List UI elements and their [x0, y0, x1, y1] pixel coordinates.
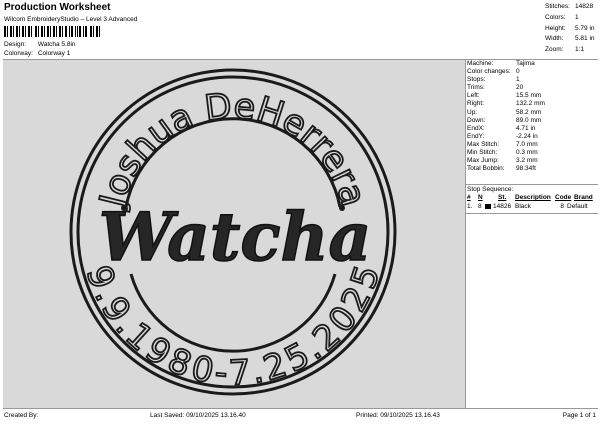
machine-value: 1 — [516, 76, 520, 84]
machine-value: 0 — [516, 68, 520, 76]
row-index: 1. — [467, 203, 473, 210]
machine-label: Right: — [467, 100, 484, 108]
machine-value: 15.5 mm — [516, 92, 542, 100]
page-number: Page 1 of 1 — [562, 412, 596, 419]
colorway-row: Colorway: Colorway 1 — [4, 50, 70, 57]
printed-date: Printed: 09/10/2025 13.16.43 — [356, 412, 440, 419]
machine-value: Tajima — [516, 60, 535, 67]
machine-row: Max Stitch: 7.0 mm — [467, 141, 597, 149]
software-name: Wilcom EmbroideryStudio – Level 3 Advanc… — [4, 16, 138, 23]
machine-row: Machine: Tajima — [467, 60, 597, 68]
machine-label: Left: — [467, 92, 480, 100]
embroidery-design: Joshua DeHerrera Watcha 9.9.1980-7.25.20… — [69, 68, 397, 396]
machine-label: Machine: — [467, 60, 494, 67]
design-value: Watcha 5.8in — [37, 41, 76, 48]
machine-label: Up: — [467, 108, 478, 116]
row-description: Black — [515, 203, 531, 210]
colorway-label: Colorway: — [4, 50, 33, 57]
machine-label: Down: — [467, 116, 486, 124]
machine-label: Color changes: — [467, 68, 511, 76]
barcode — [4, 26, 102, 37]
machine-row: Total Bobbin: 98.34ft — [467, 165, 597, 173]
col-description: Description — [515, 194, 551, 201]
worksheet-title: Production Worksheet — [4, 2, 111, 13]
machine-row: Left: 15.5 mm — [467, 92, 597, 100]
row-needle: 8 — [478, 203, 482, 210]
top-arc-text: Joshua DeHerrera — [92, 86, 373, 212]
bottom-arc-text: 9.9.1980-7.25.2025 — [78, 261, 388, 394]
machine-label: Trims: — [467, 84, 485, 92]
design-label: Design: — [4, 41, 27, 48]
machine-divider — [466, 184, 598, 185]
design-preview[interactable]: Joshua DeHerrera Watcha 9.9.1980-7.25.20… — [3, 60, 465, 408]
machine-row: Stops: 1 — [467, 76, 597, 84]
machine-value: 58.2 mm — [516, 108, 542, 116]
machine-value: 3.2 mm — [516, 157, 538, 165]
stop-divider — [466, 213, 598, 214]
machine-row: Down: 89.0 mm — [467, 117, 597, 125]
stat-height: Height: 5.79 in — [545, 24, 595, 32]
row-brand: Default — [567, 203, 588, 210]
machine-value: -2.24 in — [516, 132, 538, 140]
machine-row: Right: 132.2 mm — [467, 100, 597, 108]
machine-label: Max Jump: — [467, 157, 499, 165]
machine-label: EndX: — [467, 124, 485, 132]
machine-label: Stops: — [467, 76, 486, 84]
stat-stitches: Stitches: 14828 — [545, 3, 594, 10]
machine-label: Min Stitch: — [467, 149, 498, 157]
machine-row: Up: 58.2 mm — [467, 109, 597, 117]
col-stitches: St. — [498, 194, 507, 201]
machine-row: Min Stitch: 0.3 mm — [467, 149, 597, 157]
created-by: Created By: — [4, 412, 39, 419]
machine-label: Max Stitch: — [467, 140, 500, 148]
machine-value: 4.71 in — [516, 124, 536, 132]
col-brand: Brand — [574, 194, 593, 201]
center-text: Watcha — [99, 198, 372, 276]
table-row[interactable]: 1. 8 14826 Black 8 Default — [467, 203, 598, 211]
stats-panel: Stitches: 14828 Colors: 1 Height: 5.79 in W… — [545, 2, 595, 56]
last-saved: Last Saved: 09/10/2025 13.16.40 — [150, 412, 246, 419]
machine-value: 20 — [516, 84, 524, 92]
machine-row: EndY: -2.24 in — [467, 133, 597, 141]
stop-sequence-title: Stop Sequence: — [467, 186, 514, 193]
col-code: Code — [555, 194, 572, 201]
machine-row: Color changes: 0 — [467, 68, 597, 76]
design-row: Design: Watcha 5.8in — [4, 41, 76, 48]
machine-value: 98.34ft — [516, 165, 536, 173]
machine-value: 7.0 mm — [516, 140, 538, 148]
machine-row: EndX: 4.71 in — [467, 125, 597, 133]
stat-colors: Colors: 1 — [545, 13, 579, 21]
colorway-value: Colorway 1 — [37, 50, 71, 57]
machine-label: EndY: — [467, 132, 485, 140]
stat-width: Width: 5.81 in — [545, 35, 595, 43]
col-index: # — [467, 194, 471, 201]
stop-sequence-header: # N St. Description Code Brand — [467, 194, 598, 201]
stat-zoom: Zoom: 1:1 — [545, 46, 585, 54]
machine-row: Max Jump: 3.2 mm — [467, 157, 597, 165]
machine-row: Trims: 20 — [467, 84, 597, 92]
row-stitches: 14826 — [493, 203, 512, 210]
row-code: 8 — [560, 203, 564, 210]
machine-value: 132.2 mm — [516, 100, 545, 108]
col-needle: N — [478, 194, 483, 201]
machine-label: Total Bobbin: — [467, 165, 505, 173]
machine-value: 89.0 mm — [516, 116, 542, 124]
color-swatch — [485, 203, 493, 211]
machine-info: Machine: Tajima Color changes: 0 Stops: 1 Trim… — [467, 60, 597, 173]
machine-value: 0.3 mm — [516, 149, 538, 157]
panel-divider — [465, 60, 466, 408]
footer-divider — [3, 408, 598, 409]
